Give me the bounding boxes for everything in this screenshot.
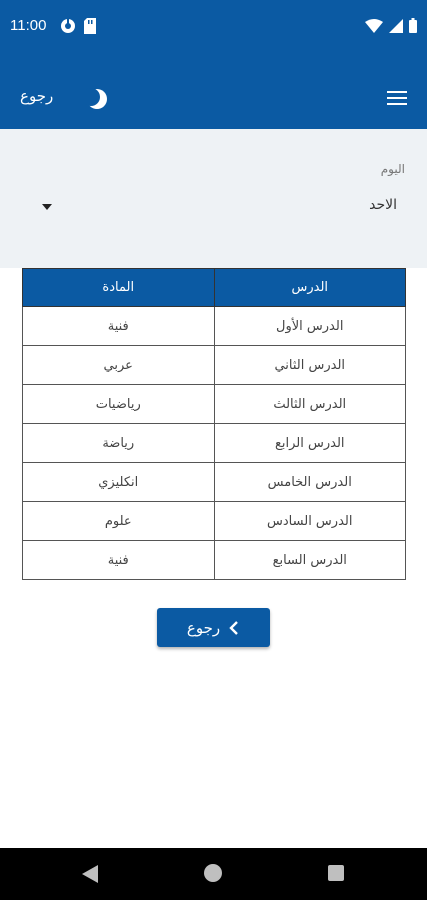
back-button-label: رجوع [186,618,221,637]
sd-card-icon [84,18,96,34]
status-right-icons [365,18,417,33]
header-subject: المادة [22,268,215,307]
subject-cell: فنية [22,306,215,346]
table-header-row: الدرس المادة [22,268,406,307]
table-row: الدرس الأول فنية [22,306,406,346]
lesson-cell: الدرس الثاني [213,345,406,385]
lesson-cell: الدرس الثالث [213,384,406,424]
system-nav-bar [0,848,427,900]
filter-panel: اليوم الاحد [0,129,427,268]
wifi-icon [365,18,383,33]
lesson-cell: الدرس السادس [213,501,406,541]
signal-icon [389,18,403,33]
lesson-cell: الدرس الخامس [213,462,406,502]
table-row: الدرس السابع فنية [22,540,406,580]
day-select[interactable]: الاحد [38,197,397,221]
lesson-cell: الدرس السابع [213,540,406,580]
subject-cell: عربي [22,345,215,385]
schedule-table: الدرس المادة الدرس الأول فنية الدرس الثا… [22,268,406,580]
day-label: اليوم [380,162,405,176]
appbar-back-link[interactable]: رجوع [20,87,53,105]
lesson-cell: الدرس الأول [213,306,406,346]
moon-icon[interactable] [86,88,108,110]
status-left-icons [60,18,96,34]
subject-cell: رياضة [22,423,215,463]
dropdown-arrow-icon[interactable] [42,204,52,210]
status-time: 11:00 [10,17,47,34]
lesson-cell: الدرس الرابع [213,423,406,463]
app-bar: رجوع [0,56,427,129]
table-row: الدرس السادس علوم [22,501,406,541]
table-row: الدرس الخامس انكليزي [22,462,406,502]
status-bar: 11:00 [0,0,427,56]
menu-icon[interactable] [387,91,407,107]
battery-icon [409,18,417,33]
day-select-value: الاحد [369,197,397,213]
header-lesson: الدرس [213,268,406,307]
nav-home-icon[interactable] [204,864,222,882]
subject-cell: انكليزي [22,462,215,502]
nav-recents-icon[interactable] [328,865,344,881]
chevron-left-icon [229,620,238,635]
subject-cell: رياضيات [22,384,215,424]
subject-cell: علوم [22,501,215,541]
table-row: الدرس الرابع رياضة [22,423,406,463]
table-row: الدرس الثالث رياضيات [22,384,406,424]
table-row: الدرس الثاني عربي [22,345,406,385]
nav-back-icon[interactable] [82,865,98,883]
back-button[interactable]: رجوع [157,608,270,647]
subject-cell: فنية [22,540,215,580]
notification-app-icon [61,19,75,33]
